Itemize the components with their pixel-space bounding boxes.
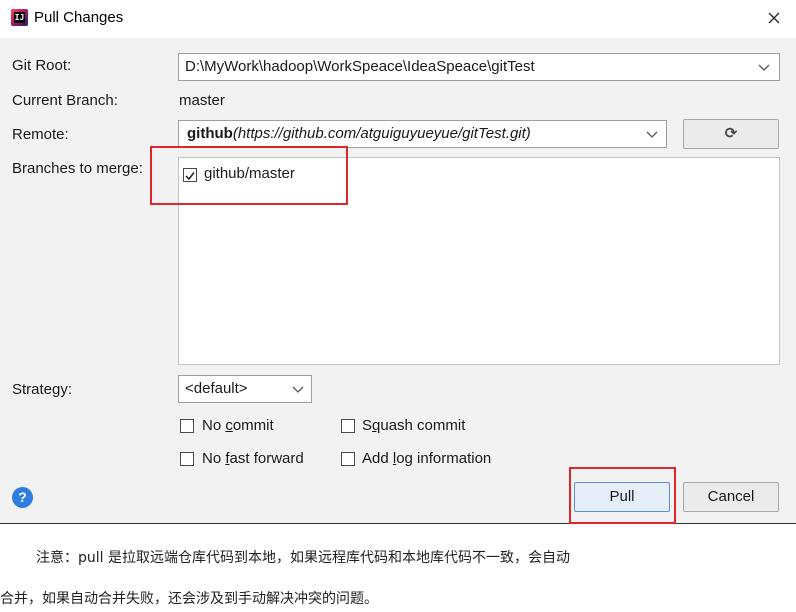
strategy-value: <default> xyxy=(185,380,248,397)
add-log-label[interactable]: Add log information xyxy=(362,450,491,467)
remote-label: Remote: xyxy=(12,126,69,143)
close-icon[interactable] xyxy=(764,6,784,30)
current-branch-value: master xyxy=(179,92,225,109)
git-root-value: D:\MyWork\hadoop\WorkSpeace\IdeaSpeace\g… xyxy=(185,58,535,75)
no-commit-checkbox[interactable] xyxy=(180,419,194,433)
chevron-down-icon xyxy=(646,131,658,138)
remote-select[interactable]: github(https://github.com/atguiguyueyue/… xyxy=(178,120,667,148)
chevron-down-icon xyxy=(292,386,304,393)
pull-changes-dialog: IJ Pull Changes Git Root: D:\MyWork\hado… xyxy=(0,0,796,524)
no-commit-label[interactable]: No commit xyxy=(202,417,274,434)
cancel-button[interactable]: Cancel xyxy=(683,482,779,512)
refresh-icon: ⟳ xyxy=(724,125,738,142)
git-root-label: Git Root: xyxy=(12,57,72,74)
git-root-select[interactable]: D:\MyWork\hadoop\WorkSpeace\IdeaSpeace\g… xyxy=(178,53,780,81)
no-fast-forward-label[interactable]: No fast forward xyxy=(202,450,304,467)
squash-commit-label[interactable]: Squash commit xyxy=(362,417,465,434)
remote-name: github xyxy=(187,125,233,142)
strategy-select[interactable]: <default> xyxy=(178,375,312,403)
note-line-2: 合并，如果自动合并失败，还会涉及到手动解决冲突的问题。 xyxy=(0,591,378,607)
current-branch-label: Current Branch: xyxy=(12,92,118,109)
refresh-remotes-button[interactable]: ⟳ xyxy=(683,119,779,149)
add-log-checkbox[interactable] xyxy=(341,452,355,466)
help-icon[interactable]: ? xyxy=(12,487,33,508)
note-line-1: 注意：pull 是拉取远端仓库代码到本地，如果远程库代码和本地库代码不一致，会自… xyxy=(36,550,570,566)
branches-label: Branches to merge: xyxy=(12,160,143,177)
highlight-box-pull xyxy=(569,467,676,524)
chevron-down-icon xyxy=(758,64,770,71)
intellij-logo-icon: IJ xyxy=(11,9,28,26)
title-bar: IJ Pull Changes xyxy=(0,0,796,38)
strategy-label: Strategy: xyxy=(12,381,73,398)
no-fast-forward-checkbox[interactable] xyxy=(180,452,194,466)
squash-commit-checkbox[interactable] xyxy=(341,419,355,433)
remote-url: (https://github.com/atguiguyueyue/gitTes… xyxy=(232,125,531,142)
dialog-title: Pull Changes xyxy=(34,9,124,26)
highlight-box-branch xyxy=(150,146,348,205)
